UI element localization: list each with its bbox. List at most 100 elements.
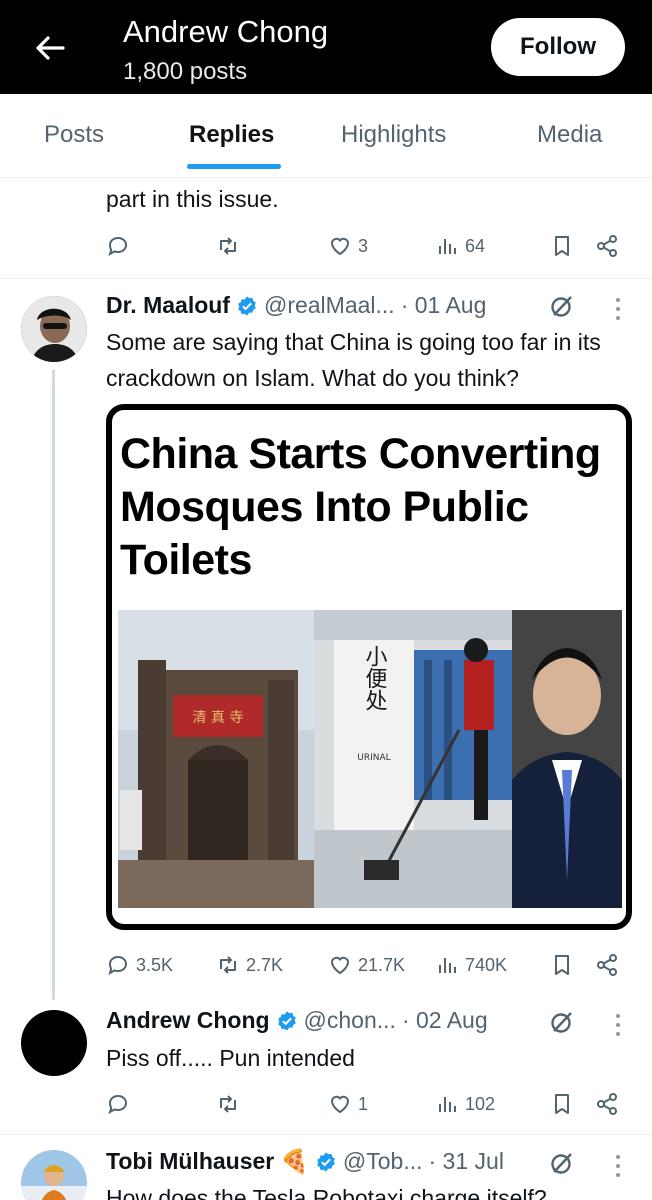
tweet-divider: [0, 1134, 652, 1135]
urinal-photo: 小便处 URINAL: [314, 610, 514, 908]
share-button[interactable]: [595, 226, 619, 266]
like-icon: [330, 1095, 350, 1114]
more-icon[interactable]: [614, 1012, 622, 1038]
active-tab-indicator: [187, 164, 281, 169]
repost-icon: [220, 1095, 236, 1113]
tab-media[interactable]: Media: [537, 121, 602, 149]
avatar-image: [21, 1150, 87, 1200]
back-arrow-icon[interactable]: [30, 28, 70, 68]
tweet-date[interactable]: · 31 Jul: [429, 1148, 504, 1175]
reply-count: 3.5K: [136, 954, 174, 975]
author-name[interactable]: Tobi Mülhauser: [106, 1148, 274, 1175]
tweet-date[interactable]: · 01 Aug: [401, 292, 487, 319]
profile-tabs: Posts Replies Highlights Media: [0, 94, 652, 178]
tweet-header: Andrew Chong @chon... · 02 Aug: [106, 1007, 488, 1034]
reply-button[interactable]: [106, 1084, 136, 1124]
tweet-date[interactable]: · 02 Aug: [402, 1007, 488, 1034]
mosque-photo: 清 真 寺: [118, 610, 314, 908]
author-handle[interactable]: @Tob...: [343, 1148, 423, 1175]
pizza-emoji: 🍕: [280, 1148, 309, 1174]
like-button[interactable]: 21.7K: [328, 945, 405, 985]
verified-icon: [238, 295, 256, 316]
like-icon: [330, 237, 350, 256]
repost-icon: [220, 237, 236, 255]
views-count: 102: [465, 1093, 496, 1114]
tweet-actions: 3.5K 2.7K 21.7K 740K: [0, 945, 652, 985]
thread-line: [52, 370, 55, 1000]
avatar[interactable]: [21, 296, 87, 362]
more-icon[interactable]: [614, 296, 622, 322]
verified-icon: [317, 1151, 335, 1172]
repost-button[interactable]: [216, 226, 246, 266]
bookmark-button[interactable]: [550, 1084, 574, 1124]
repost-count: 2.7K: [246, 954, 284, 975]
views-icon: [439, 958, 456, 973]
tweet-header: Dr. Maalouf @realMaal... · 01 Aug: [106, 292, 486, 319]
tweet-header: Tobi Mülhauser 🍕 @Tob... · 31 Jul: [106, 1148, 504, 1175]
views-count: 64: [465, 235, 486, 256]
grok-icon[interactable]: [549, 1150, 575, 1176]
like-count: 1: [358, 1093, 369, 1114]
bookmark-icon: [555, 236, 569, 256]
previous-tweet-text: part in this issue.: [106, 186, 279, 212]
bookmark-icon: [555, 1094, 569, 1114]
reply-icon: [108, 955, 128, 976]
reply-button[interactable]: 3.5K: [106, 945, 173, 985]
like-icon: [330, 956, 350, 975]
share-button[interactable]: [595, 1084, 619, 1124]
author-name[interactable]: Andrew Chong: [106, 1007, 270, 1034]
like-button[interactable]: 1: [328, 1084, 368, 1124]
views-button[interactable]: 64: [435, 226, 485, 266]
urinal-caption: URINAL: [357, 753, 390, 763]
portrait-photo: [512, 610, 622, 908]
verified-icon: [277, 1010, 296, 1031]
profile-name: Andrew Chong: [123, 14, 329, 49]
reply-button[interactable]: [106, 226, 136, 266]
share-icon: [597, 1093, 617, 1115]
bookmark-icon: [555, 955, 569, 975]
urinal-sign: 小便处: [362, 645, 388, 711]
tweet-text: How does the Tesla Robotaxi charge itsel…: [106, 1185, 547, 1200]
author-name[interactable]: Dr. Maalouf: [106, 292, 230, 319]
repost-button[interactable]: [216, 1084, 246, 1124]
views-button[interactable]: 102: [435, 1084, 495, 1124]
follow-button[interactable]: Follow: [491, 18, 625, 76]
avatar[interactable]: [21, 1150, 87, 1200]
tweet-divider: [0, 278, 652, 279]
share-icon: [597, 954, 617, 976]
avatar-image: [21, 296, 87, 362]
like-count: 21.7K: [358, 954, 406, 975]
tweet-actions: 1 102: [0, 1084, 652, 1124]
like-button[interactable]: 3: [328, 226, 368, 266]
tab-highlights[interactable]: Highlights: [341, 121, 446, 149]
tweet-text: Some are saying that China is going too …: [106, 329, 601, 391]
avatar[interactable]: [21, 1010, 87, 1076]
share-button[interactable]: [595, 945, 619, 985]
bookmark-button[interactable]: [550, 226, 574, 266]
views-count: 740K: [465, 954, 508, 975]
tab-posts[interactable]: Posts: [44, 121, 104, 149]
share-icon: [597, 235, 617, 257]
reply-icon: [108, 1094, 128, 1115]
views-icon: [439, 239, 456, 254]
views-icon: [439, 1097, 456, 1112]
post-count: 1,800 posts: [123, 58, 248, 85]
tweet-text: Piss off..... Pun intended: [106, 1045, 355, 1071]
author-handle[interactable]: @chon...: [304, 1007, 396, 1034]
more-icon[interactable]: [614, 1153, 622, 1179]
media-headline: China Starts Converting Mosques Into Pub…: [120, 430, 601, 584]
tab-replies[interactable]: Replies: [189, 121, 274, 149]
author-handle[interactable]: @realMaal...: [264, 292, 395, 319]
views-button[interactable]: 740K: [435, 945, 507, 985]
grok-icon[interactable]: [549, 293, 575, 319]
repost-icon: [220, 956, 236, 974]
grok-icon[interactable]: [549, 1009, 575, 1035]
bookmark-button[interactable]: [550, 945, 574, 985]
repost-button[interactable]: 2.7K: [216, 945, 283, 985]
tweet-media[interactable]: China Starts Converting Mosques Into Pub…: [106, 404, 632, 930]
svg-text:清 真 寺: 清 真 寺: [193, 710, 244, 726]
reply-icon: [108, 236, 128, 257]
like-count: 3: [358, 235, 369, 256]
profile-header: Andrew Chong 1,800 posts Follow: [0, 0, 652, 94]
previous-tweet-actions: 3 64: [0, 226, 652, 266]
